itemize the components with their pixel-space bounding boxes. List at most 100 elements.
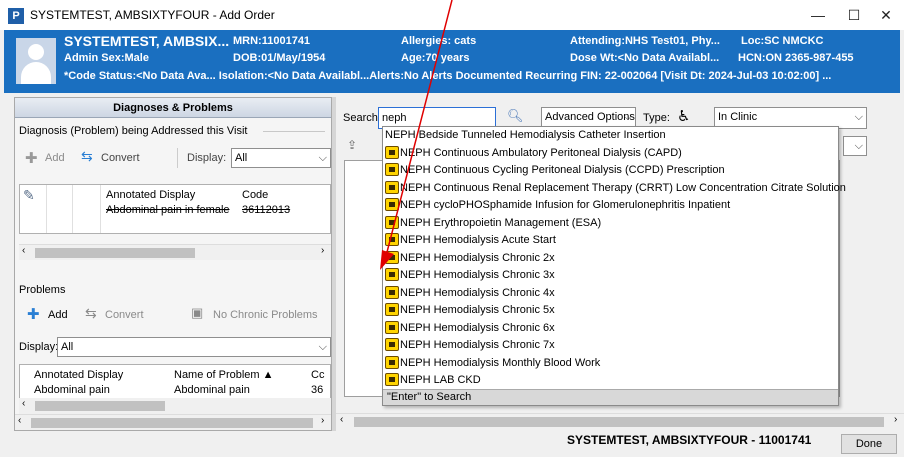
maximize-button[interactable]: ☐ <box>836 4 872 26</box>
patient-banner: SYSTEMTEST, AMBSIX... Admin Sex:Male MRN… <box>4 30 900 93</box>
add-problem-button[interactable]: Add <box>48 309 68 321</box>
done-button[interactable]: Done <box>841 434 897 454</box>
problems-display-select[interactable]: All ⌵ <box>57 337 331 357</box>
suggestion-item[interactable]: NEPH Hemodialysis Chronic 4x <box>385 285 555 303</box>
column-header-code[interactable]: Cc <box>311 369 324 381</box>
table-row[interactable]: Abdominal pain in female 36112013 <box>101 203 330 218</box>
patient-allergies[interactable]: Allergies: cats <box>401 35 476 47</box>
suggestion-label: NEPH LAB CKD <box>400 374 481 386</box>
toolbar-divider <box>177 148 178 168</box>
suggestion-item[interactable]: NEPH Hemodialysis Acute Start <box>385 232 556 250</box>
powerplan-icon <box>385 320 399 334</box>
scroll-left-icon[interactable]: ‹ <box>18 415 21 426</box>
wheelchair-icon: ♿︎ <box>677 108 691 125</box>
right-horizontal-scrollbar[interactable]: ‹ › <box>336 413 904 429</box>
patient-name[interactable]: SYSTEMTEST, AMBSIX... <box>64 33 229 49</box>
patient-mrn: MRN:11001741 <box>233 35 311 47</box>
display-label: Display: <box>187 152 227 164</box>
problem-name-cell: Abdominal pain <box>174 384 250 396</box>
minimize-button[interactable]: — <box>800 4 836 26</box>
suggestion-label: NEPH Erythropoietin Management (ESA) <box>400 216 602 229</box>
column-header-name-of-problem[interactable]: Name of Problem ▲ <box>174 369 274 381</box>
patient-status-line: *Code Status:<No Data Ava... Isolation:<… <box>64 70 832 82</box>
chevron-down-icon: ⌵ <box>854 140 863 152</box>
powerplan-icon <box>385 355 399 369</box>
suggestion-item[interactable]: NEPH Hemodialysis Monthly Blood Work <box>385 355 600 373</box>
patient-attending: Attending:NHS Test01, Phy... <box>570 35 720 47</box>
add-diagnosis-button[interactable]: Add <box>45 152 65 164</box>
scrollbar-thumb[interactable] <box>35 248 195 258</box>
annotate-icon[interactable]: ✎ <box>23 187 35 204</box>
diagnosis-group-label: Diagnosis (Problem) being Addressed this… <box>19 125 248 137</box>
scroll-right-icon[interactable]: › <box>894 414 897 425</box>
suggestion-label: NEPH Hemodialysis Monthly Blood Work <box>400 356 601 369</box>
problems-group-label: Problems <box>19 284 66 296</box>
title-bar: P SYSTEMTEST, AMBSIXTYFOUR - Add Order —… <box>0 0 904 30</box>
suggestion-label: NEPH Bedside Tunneled Hemodialysis Cathe… <box>385 129 666 141</box>
powerplan-icon <box>385 250 399 264</box>
table-row[interactable]: Abdominal pain Abdominal pain 36 <box>20 383 330 397</box>
window-title: SYSTEMTEST, AMBSIXTYFOUR - Add Order <box>30 8 275 22</box>
no-chronic-problems-button[interactable]: No Chronic Problems <box>213 309 318 321</box>
suggestion-item[interactable]: NEPH Erythropoietin Management (ESA) <box>385 215 601 233</box>
add-diagnosis-icon: ✚ <box>25 150 38 167</box>
column-header-annotated-display[interactable]: Annotated Display <box>34 369 123 381</box>
patient-dose-weight[interactable]: Dose Wt:<No Data Availabl... <box>570 52 719 64</box>
diagnosis-table: ✎ Annotated Display Code Abdominal pain … <box>19 184 331 234</box>
folder-select[interactable]: ⌵ <box>843 136 867 156</box>
scrollbar-thumb[interactable] <box>354 417 884 427</box>
suggestion-item[interactable]: NEPH Bedside Tunneled Hemodialysis Cathe… <box>385 127 666 145</box>
enter-to-search-hint[interactable]: "Enter" to Search <box>383 389 838 405</box>
convert-diagnosis-button[interactable]: Convert <box>101 152 140 164</box>
column-header-code[interactable]: Code <box>242 189 268 201</box>
suggestion-item[interactable]: NEPH Hemodialysis Chronic 5x <box>385 302 555 320</box>
chevron-down-icon: ⌵ <box>854 111 863 123</box>
diagnosis-horizontal-scrollbar[interactable]: ‹ › <box>19 244 331 260</box>
search-icon[interactable]: 🔍︎ <box>507 108 524 124</box>
powerplan-icon <box>385 145 399 159</box>
suggestion-item[interactable]: NEPH Continuous Renal Replacement Therap… <box>385 180 846 198</box>
problems-inner-horizontal-scrollbar[interactable]: ‹ <box>19 398 331 414</box>
suggestion-item[interactable]: NEPH Continuous Cycling Peritoneal Dialy… <box>385 162 725 180</box>
scroll-right-icon[interactable]: › <box>321 245 324 256</box>
powerplan-icon <box>385 303 399 316</box>
diagnoses-problems-panel: Diagnoses & Problems Diagnosis (Problem)… <box>14 97 332 431</box>
avatar-body-shape <box>21 62 51 84</box>
suggestion-item[interactable]: NEPH Hemodialysis Chronic 3x <box>385 267 555 285</box>
grid-line <box>46 185 47 233</box>
statusbar-patient: SYSTEMTEST, AMBSIXTYFOUR - 11001741 <box>567 433 812 447</box>
convert-problem-button[interactable]: Convert <box>105 309 144 321</box>
suggestion-label: NEPH Hemodialysis Chronic 4x <box>400 286 555 299</box>
scroll-left-icon[interactable]: ‹ <box>340 414 343 425</box>
suggestion-item[interactable]: NEPH LAB CKD <box>385 372 481 390</box>
suggestion-item[interactable]: NEPH cycloPHOSphamide Infusion for Glome… <box>385 197 730 215</box>
suggestion-item[interactable]: NEPH Continuous Ambulatory Peritoneal Di… <box>385 145 682 163</box>
powerplan-icon <box>385 180 399 194</box>
powerplan-icon <box>385 338 399 351</box>
problems-display-value: All <box>61 341 74 353</box>
diagnosis-display-select[interactable]: All ⌵ <box>231 148 331 168</box>
patient-dob: DOB:01/May/1954 <box>233 52 326 64</box>
scroll-right-icon[interactable]: › <box>321 415 324 426</box>
suggestion-item[interactable]: NEPH Hemodialysis Chronic 2x <box>385 250 555 268</box>
suggestion-item[interactable]: NEPH Hemodialysis Chronic 6x <box>385 320 555 338</box>
chevron-down-icon: ⌵ <box>318 152 327 164</box>
close-button[interactable]: ✕ <box>868 4 904 26</box>
search-label: Search: <box>343 112 381 124</box>
scroll-left-icon[interactable]: ‹ <box>22 245 25 256</box>
column-header-annotated-display[interactable]: Annotated Display <box>106 189 195 201</box>
folder-up-icon[interactable]: ⇪ <box>347 138 357 152</box>
avatar-head-shape <box>28 44 44 60</box>
powerplan-icon <box>385 268 399 281</box>
scrollbar-thumb[interactable] <box>35 401 165 411</box>
suggestion-label: NEPH Continuous Ambulatory Peritoneal Di… <box>400 146 682 159</box>
diagnosis-display-value: All <box>235 152 248 164</box>
type-label: Type: <box>643 112 670 124</box>
powerplan-icon <box>385 285 399 299</box>
suggestion-item[interactable]: NEPH Hemodialysis Chronic 7x <box>385 337 555 355</box>
scrollbar-thumb[interactable] <box>31 418 313 428</box>
scroll-left-icon[interactable]: ‹ <box>22 398 25 409</box>
panel-horizontal-scrollbar[interactable]: ‹ › <box>15 414 331 430</box>
chevron-down-icon: ⌵ <box>318 341 327 353</box>
grid-line <box>72 185 73 233</box>
